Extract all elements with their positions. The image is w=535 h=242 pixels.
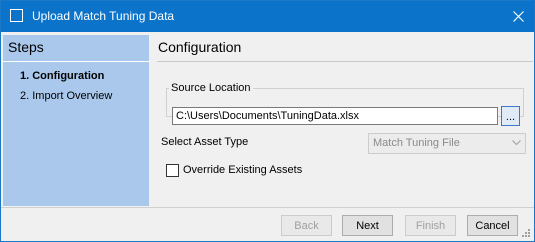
steps-panel: Steps 1. Configuration 2. Import Overvie… [3,35,149,206]
source-location-group: Source Location ... [166,82,524,126]
next-button[interactable]: Next [342,215,393,236]
override-label[interactable]: Override Existing Assets [183,164,302,176]
step-import-overview: 2. Import Overview [20,90,113,102]
browse-button[interactable]: ... [501,106,520,126]
resize-grip-icon[interactable] [521,228,531,238]
back-button[interactable]: Back [281,215,332,236]
cancel-button[interactable]: Cancel [467,215,518,236]
source-location-label: Source Location [171,82,251,94]
close-icon [512,11,524,22]
asset-type-select[interactable]: Match Tuning File [368,133,526,154]
steps-heading: Steps [8,39,44,55]
close-button[interactable] [502,1,534,32]
configuration-panel: Configuration Source Location ... Select… [157,35,533,206]
source-path-input[interactable] [172,107,498,125]
finish-button[interactable]: Finish [405,215,456,236]
asset-type-value: Match Tuning File [373,137,460,149]
title-divider [157,61,533,62]
window-icon [10,9,23,22]
steps-divider [3,61,149,62]
window-title: Upload Match Tuning Data [32,9,175,23]
asset-type-label: Select Asset Type [161,136,249,148]
chevron-down-icon [512,140,521,146]
override-checkbox[interactable] [166,164,179,177]
page-title: Configuration [158,39,242,55]
step-configuration: 1. Configuration [20,70,105,82]
upload-dialog: Upload Match Tuning Data Steps 1. Config… [0,0,535,242]
title-bar: Upload Match Tuning Data [1,1,534,32]
footer-divider [1,207,534,208]
